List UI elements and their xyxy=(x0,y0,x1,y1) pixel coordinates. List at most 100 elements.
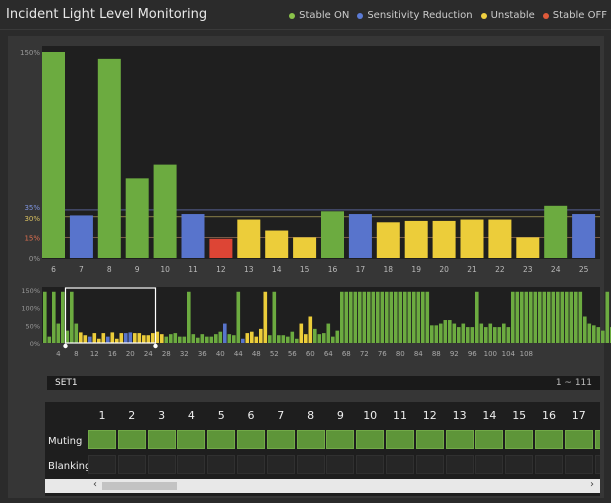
blanking-cell[interactable] xyxy=(296,455,325,474)
y-tick-label: 30% xyxy=(24,215,40,223)
y-tick-label: 0% xyxy=(30,340,40,348)
blanking-cell[interactable] xyxy=(266,455,295,474)
muting-cell[interactable] xyxy=(356,430,385,449)
muting-cell[interactable] xyxy=(207,430,236,449)
blanking-cell[interactable] xyxy=(445,455,474,474)
x-tick-label: 68 xyxy=(342,350,351,358)
overview-bar xyxy=(565,291,569,343)
overview-bar xyxy=(560,291,565,343)
overview-bar xyxy=(529,291,533,343)
column-header: 14 xyxy=(482,409,497,422)
column-header: 5 xyxy=(217,409,225,422)
blanking-cell[interactable] xyxy=(594,455,600,474)
overview-bar xyxy=(587,323,592,343)
blanking-cell[interactable] xyxy=(564,455,593,474)
muting-cell[interactable] xyxy=(445,430,474,449)
overview-bar xyxy=(137,333,142,343)
overview-bar xyxy=(349,291,353,343)
blanking-cell[interactable] xyxy=(535,455,563,474)
overview-bar xyxy=(425,291,430,343)
blanking-cell[interactable] xyxy=(237,455,265,474)
x-tick-label: 56 xyxy=(288,350,297,358)
blanking-cell[interactable] xyxy=(147,455,176,474)
scroll-left-icon[interactable]: ‹ xyxy=(93,479,97,490)
muting-cell[interactable] xyxy=(535,430,563,449)
y-tick-label: 35% xyxy=(24,204,40,212)
muting-cell[interactable] xyxy=(266,430,295,449)
x-tick-label: 17 xyxy=(356,265,366,274)
overview-bar xyxy=(223,323,227,343)
overview-bar xyxy=(502,323,506,343)
blanking-cell[interactable] xyxy=(415,455,444,474)
chart-bar xyxy=(237,219,261,258)
blanking-cell[interactable] xyxy=(117,455,146,474)
x-tick-label: 4 xyxy=(56,350,61,358)
blanking-cell[interactable] xyxy=(505,455,534,474)
blanking-cell[interactable] xyxy=(207,455,236,474)
chart-bar xyxy=(376,222,400,258)
overview-bar xyxy=(142,335,146,343)
chart-bar xyxy=(460,219,484,258)
selection-handle-left xyxy=(63,343,68,349)
chart-bar xyxy=(153,164,177,258)
blanking-cell[interactable] xyxy=(88,455,116,474)
blanking-cell[interactable] xyxy=(177,455,206,474)
muting-cell[interactable] xyxy=(296,430,325,449)
set-bar: SET1 1 ~ 111 xyxy=(47,376,600,390)
muting-cell[interactable] xyxy=(386,430,414,449)
overview-bar xyxy=(335,330,340,343)
overview-bar xyxy=(538,291,542,343)
muting-cell[interactable] xyxy=(505,430,534,449)
overview-bar xyxy=(308,316,313,343)
muting-cell[interactable] xyxy=(594,430,600,449)
overview-bar xyxy=(182,336,187,343)
muting-cell[interactable] xyxy=(147,430,176,449)
row-label-muting: Muting xyxy=(48,436,83,447)
overview-bar xyxy=(272,291,277,343)
muting-cell[interactable] xyxy=(564,430,593,449)
overview-bar xyxy=(448,320,452,343)
overview-bar xyxy=(601,330,605,343)
chart-bar xyxy=(181,214,205,258)
blanking-cell[interactable] xyxy=(386,455,414,474)
chart-bar xyxy=(97,58,121,258)
blanking-cell[interactable] xyxy=(356,455,385,474)
muting-cell[interactable] xyxy=(326,430,355,449)
overview-bar xyxy=(551,291,556,343)
muting-cell[interactable] xyxy=(88,430,116,449)
overview-bar xyxy=(263,291,268,343)
column-header: 6 xyxy=(247,409,255,422)
blanking-cell[interactable] xyxy=(326,455,355,474)
overview-bar xyxy=(236,291,241,343)
overview-bar xyxy=(88,336,92,343)
x-tick-label: 52 xyxy=(270,350,279,358)
x-tick-label: 20 xyxy=(439,265,449,274)
x-tick-label: 28 xyxy=(162,350,171,358)
muting-cell[interactable] xyxy=(237,430,265,449)
column-header: 1 xyxy=(98,409,106,422)
overview-bar xyxy=(119,333,124,343)
overview-bar xyxy=(511,291,515,343)
x-tick-label: 15 xyxy=(300,265,310,274)
overview-bar xyxy=(533,291,538,343)
overview-bar xyxy=(497,327,502,343)
overview-bar xyxy=(452,323,457,343)
overview-bar xyxy=(605,291,610,343)
scroll-thumb[interactable] xyxy=(102,482,177,490)
muting-cell[interactable] xyxy=(117,430,146,449)
overview-bar xyxy=(295,338,299,343)
horizontal-scrollbar[interactable]: ‹ › xyxy=(45,479,600,493)
muting-cell[interactable] xyxy=(475,430,504,449)
overview-bar xyxy=(304,334,308,343)
overview-bar xyxy=(313,328,317,343)
scroll-right-icon[interactable]: › xyxy=(590,479,594,490)
overview-bar xyxy=(133,333,137,343)
overview-bar xyxy=(74,323,79,343)
overview-bar xyxy=(439,323,443,343)
blanking-cell[interactable] xyxy=(475,455,504,474)
overview-bar xyxy=(385,291,389,343)
muting-cell[interactable] xyxy=(177,430,206,449)
column-header: 11 xyxy=(393,409,407,422)
overview-bar xyxy=(299,323,304,343)
muting-cell[interactable] xyxy=(415,430,444,449)
